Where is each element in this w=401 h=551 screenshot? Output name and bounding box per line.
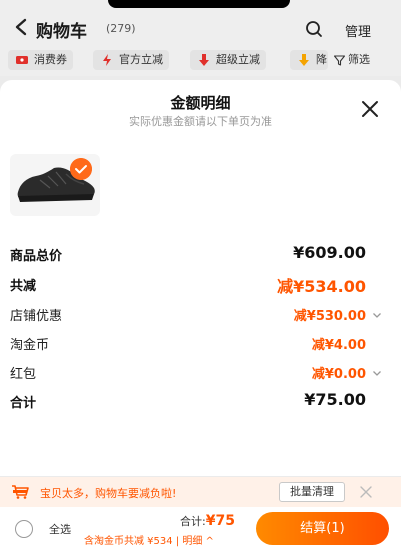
row-label: 红包 [10, 367, 37, 382]
coupon-icon [16, 56, 28, 64]
filter-row: 消费券 官方立减 超级立减 降 筛选 [0, 48, 401, 76]
back-icon[interactable] [14, 18, 28, 36]
row-total: 合计 ¥75.00 [10, 390, 382, 414]
row-value: ¥75.00 [304, 390, 366, 409]
row-value: ¥609.00 [293, 243, 366, 262]
discount-detail-link[interactable]: 含淘金币共减 ¥534 | 明细 ^ [84, 532, 214, 547]
row-label: 店铺优惠 [10, 309, 63, 324]
row-total-discount: 共减 减¥534.00 [10, 275, 382, 297]
manage-button[interactable]: 管理 [345, 21, 371, 40]
select-all-label[interactable]: 全选 [49, 521, 71, 537]
row-red-packet[interactable]: 红包 减¥0.00 [10, 363, 382, 385]
filter-chip-label: 官方立减 [119, 53, 163, 66]
notice-bar: 宝贝太多，购物车要减负啦! 批量清理 [0, 477, 401, 507]
filter-chip-label: 超级立减 [216, 53, 260, 66]
total-line: 合计:¥75 [180, 513, 235, 529]
row-value: 减¥534.00 [277, 277, 366, 296]
batch-clear-button[interactable]: 批量清理 [279, 482, 345, 502]
sheet-title: 金额明细 [170, 94, 231, 112]
filter-chip-label: 降 [316, 53, 327, 66]
chevron-down-icon[interactable] [372, 310, 382, 320]
cart-count: (279) [106, 22, 136, 35]
filter-chip-super-discount[interactable]: 超级立减 [190, 50, 266, 70]
total-prefix: 合计: [180, 515, 206, 528]
sheet-subtitle: 实际优惠金额请以下单页为准 [129, 115, 272, 128]
row-label: 合计 [10, 396, 37, 411]
filter-button-label: 筛选 [348, 53, 370, 66]
row-value: 减¥530.00 [293, 309, 366, 324]
close-icon[interactable] [361, 100, 379, 118]
filter-chip-coupon[interactable]: 消费券 [8, 50, 73, 70]
price-drop-icon [299, 54, 309, 66]
cart-header: 购物车 (279) 管理 [0, 0, 401, 48]
filter-chip-official-discount[interactable]: 官方立减 [93, 50, 169, 70]
chevron-down-icon[interactable] [372, 368, 382, 378]
row-subtotal: 商品总价 ¥609.00 [10, 243, 382, 267]
filter-chip-price-drop[interactable]: 降 [290, 50, 328, 70]
close-icon[interactable] [360, 486, 372, 498]
search-icon[interactable] [305, 20, 323, 38]
price-detail-sheet: 金额明细 实际优惠金额请以下单页为准 商品总价 ¥609.00 共减 减¥534… [0, 80, 401, 476]
row-label: 共减 [10, 279, 37, 294]
row-label: 淘金币 [10, 338, 50, 353]
page-title: 购物车 [36, 22, 87, 42]
status-bar-notch [108, 0, 290, 8]
checkout-button[interactable]: 结算(1) [256, 512, 389, 545]
cart-icon [12, 485, 29, 499]
row-coins: 淘金币 减¥4.00 [10, 334, 382, 356]
lightning-icon [103, 54, 111, 66]
select-all-radio[interactable] [15, 520, 33, 538]
row-value: 减¥4.00 [311, 338, 366, 353]
funnel-icon [334, 55, 345, 66]
check-icon[interactable] [70, 158, 92, 180]
row-value: 减¥0.00 [311, 367, 366, 382]
row-label: 商品总价 [10, 249, 63, 264]
filter-chip-label: 消费券 [34, 53, 67, 66]
row-store-discount[interactable]: 店铺优惠 减¥530.00 [10, 305, 382, 327]
checkout-bar: 全选 合计:¥75 含淘金币共减 ¥534 | 明细 ^ 结算(1) [0, 507, 401, 551]
down-arrow-icon [199, 54, 209, 66]
notice-text: 宝贝太多，购物车要减负啦! [40, 487, 177, 500]
total-amount: ¥75 [205, 513, 235, 529]
filter-button[interactable]: 筛选 [334, 51, 370, 69]
